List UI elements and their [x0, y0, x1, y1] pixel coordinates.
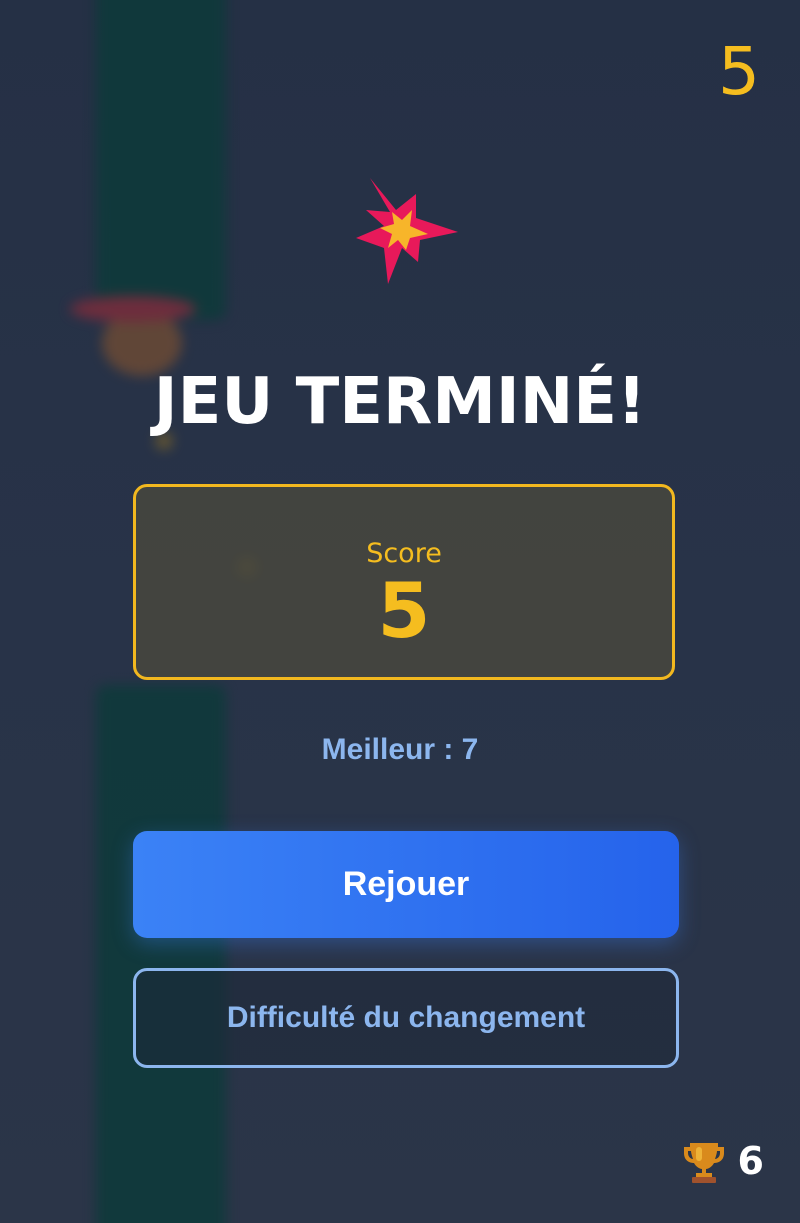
explosion-icon: [356, 178, 458, 284]
change-difficulty-button[interactable]: Difficulté du changement: [133, 968, 679, 1068]
best-score-hud: 6: [683, 1139, 764, 1183]
score-value: 5: [377, 566, 431, 655]
trophy-icon: [683, 1143, 724, 1183]
replay-button[interactable]: Rejouer: [133, 831, 679, 938]
bird-hat: [70, 296, 196, 322]
best-score-text: Meilleur : 7: [321, 733, 479, 766]
current-score-hud: 5: [718, 33, 760, 110]
game-over-title: JEU TERMINÉ!: [153, 365, 647, 439]
best-score-value: 6: [737, 1139, 764, 1183]
score-card: Score 5: [133, 484, 675, 680]
game-stage: 5 JEU TERMINÉ! Score 5 Meilleur : 7 Rejo…: [0, 0, 800, 1223]
pipe-top: [96, 0, 226, 320]
